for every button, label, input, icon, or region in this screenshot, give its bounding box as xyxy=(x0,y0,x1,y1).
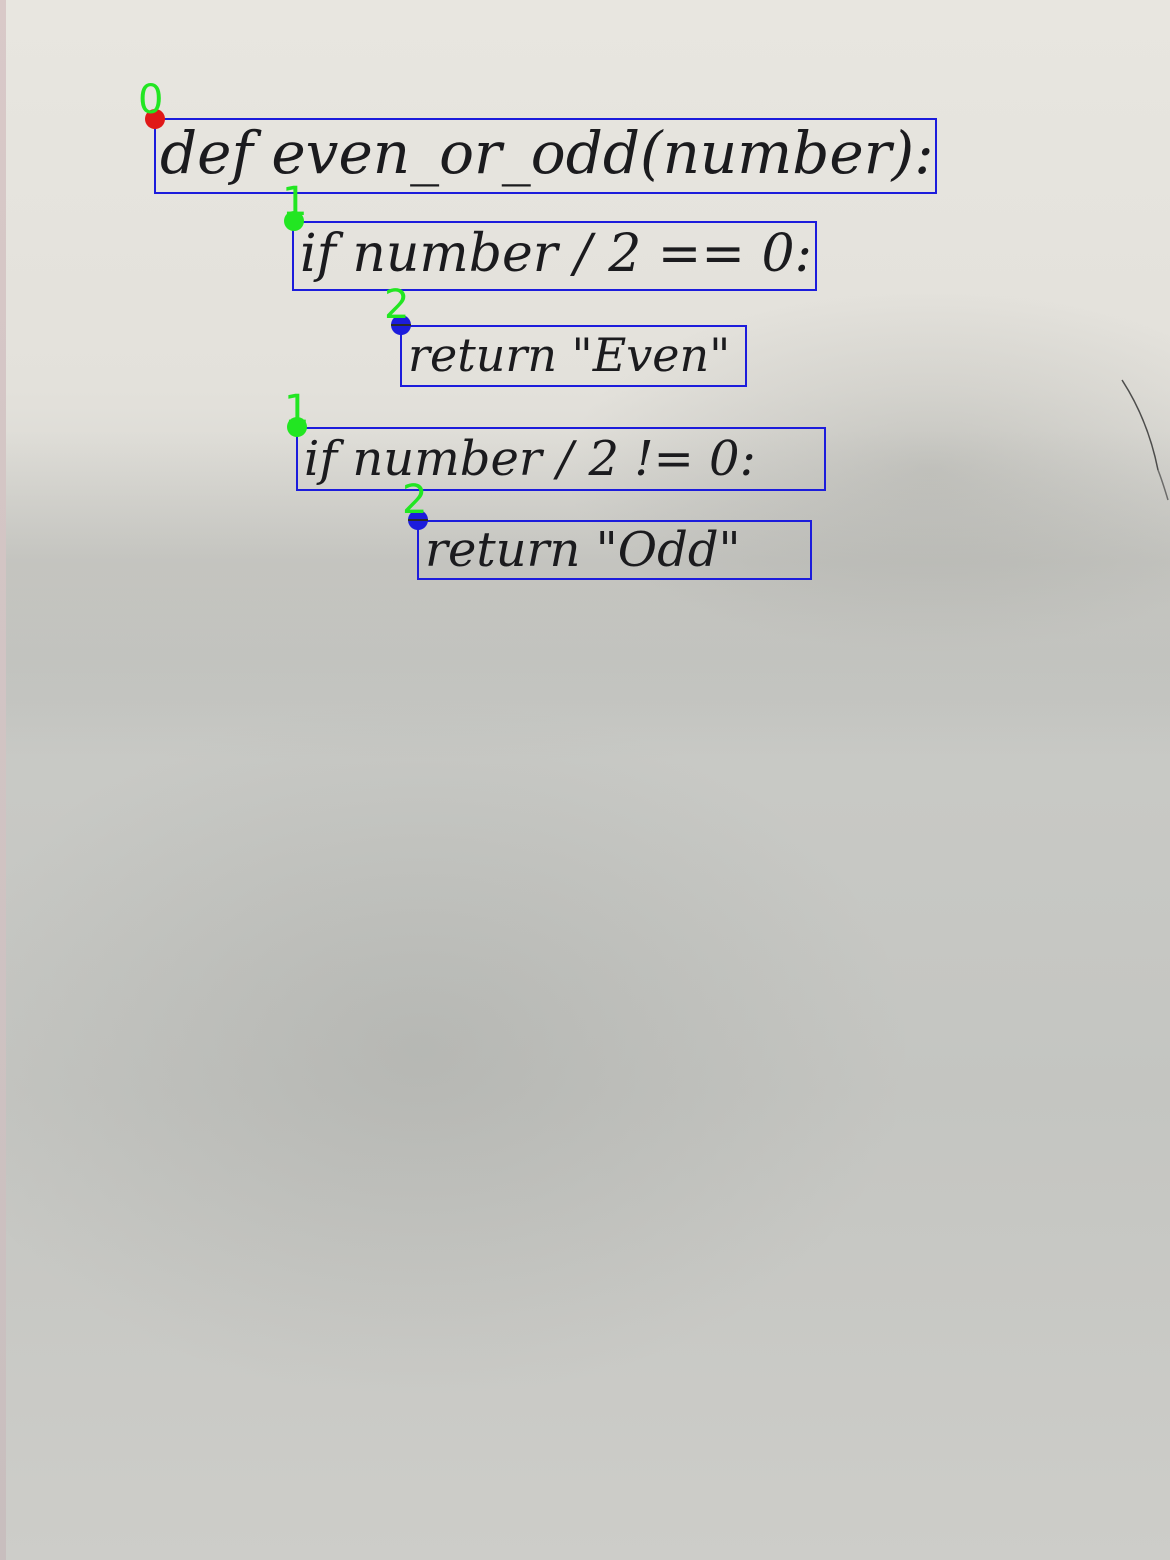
code-line-4: return "Odd" xyxy=(425,522,741,578)
level-label-2: 2 xyxy=(384,282,410,328)
code-line-1: if number / 2 == 0: xyxy=(300,224,813,284)
code-line-2: return "Even" xyxy=(408,328,731,382)
code-line-3: if number / 2 != 0: xyxy=(304,431,756,487)
level-label-0: 0 xyxy=(138,77,164,123)
code-line-0: def even_or_odd(number): xyxy=(160,119,934,187)
level-label-4: 2 xyxy=(402,477,428,523)
level-label-1: 1 xyxy=(282,179,308,225)
level-label-3: 1 xyxy=(284,387,310,433)
